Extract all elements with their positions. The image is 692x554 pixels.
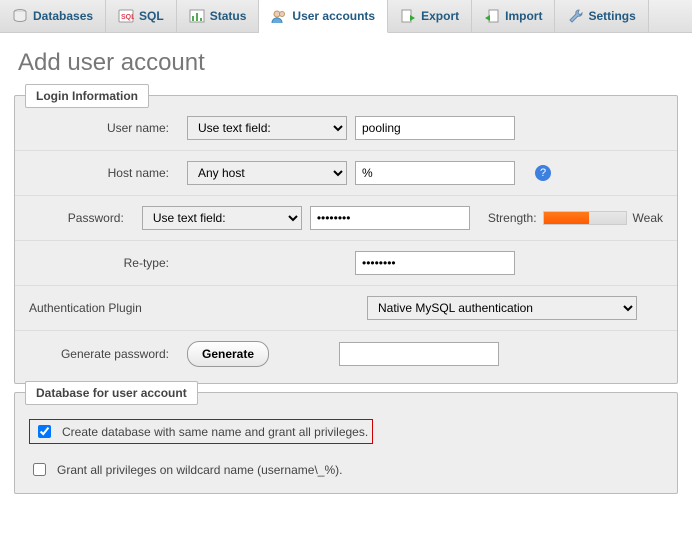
tab-label: Status xyxy=(210,9,247,23)
tab-label: Import xyxy=(505,9,542,23)
help-icon[interactable]: ? xyxy=(535,165,551,181)
login-info-legend: Login Information xyxy=(25,84,149,108)
row-auth-plugin: Authentication Plugin Native MySQL authe… xyxy=(15,286,677,331)
strength-text: Weak xyxy=(633,211,663,225)
wrench-icon xyxy=(567,8,583,24)
strength-label: Strength: xyxy=(488,211,537,225)
database-for-user-fieldset: Database for user account Create databas… xyxy=(14,392,678,494)
grant-wildcard-checkbox[interactable] xyxy=(33,463,46,476)
generate-label: Generate password: xyxy=(29,347,187,361)
auth-plugin-select[interactable]: Native MySQL authentication xyxy=(367,296,637,320)
grant-wildcard-label: Grant all privileges on wildcard name (u… xyxy=(57,463,342,477)
retype-label: Re-type: xyxy=(29,256,187,270)
row-retype: Re-type: xyxy=(15,241,677,286)
tab-label: Export xyxy=(421,9,459,23)
row-username: User name: Use text field: xyxy=(15,106,677,151)
database-icon xyxy=(12,8,28,24)
username-mode-select[interactable]: Use text field: xyxy=(187,116,347,140)
password-label: Password: xyxy=(29,211,142,225)
retype-input[interactable] xyxy=(355,251,515,275)
tab-databases[interactable]: Databases xyxy=(0,0,106,32)
top-tabs: Databases SQL SQL Status User accounts E… xyxy=(0,0,692,33)
tab-label: Settings xyxy=(588,9,635,23)
tab-settings[interactable]: Settings xyxy=(555,0,648,32)
create-same-db-label: Create database with same name and grant… xyxy=(62,425,368,439)
row-generate: Generate password: Generate xyxy=(15,331,677,377)
tab-label: SQL xyxy=(139,9,164,23)
password-mode-select[interactable]: Use text field: xyxy=(142,206,302,230)
svg-text:SQL: SQL xyxy=(121,14,134,21)
generate-button[interactable]: Generate xyxy=(187,341,269,367)
sql-icon: SQL xyxy=(118,8,134,24)
users-icon xyxy=(271,8,287,24)
export-icon xyxy=(400,8,416,24)
tab-export[interactable]: Export xyxy=(388,0,472,32)
tab-label: User accounts xyxy=(292,9,375,23)
tab-import[interactable]: Import xyxy=(472,0,555,32)
hostname-label: Host name: xyxy=(29,166,187,180)
login-information-fieldset: Login Information User name: Use text fi… xyxy=(14,95,678,384)
tab-status[interactable]: Status xyxy=(177,0,260,32)
auth-plugin-label: Authentication Plugin xyxy=(29,301,367,315)
row-hostname: Host name: Any host ? xyxy=(15,151,677,196)
create-same-db-checkbox[interactable] xyxy=(38,425,51,438)
row-password: Password: Use text field: Strength: Weak xyxy=(15,196,677,241)
tab-sql[interactable]: SQL SQL xyxy=(106,0,177,32)
strength-meter xyxy=(543,211,627,225)
row-create-same-db: Create database with same name and grant… xyxy=(15,411,677,452)
status-icon xyxy=(189,8,205,24)
password-input[interactable] xyxy=(310,206,470,230)
row-grant-wildcard: Grant all privileges on wildcard name (u… xyxy=(15,452,677,487)
username-input[interactable] xyxy=(355,116,515,140)
tab-user-accounts[interactable]: User accounts xyxy=(259,0,388,33)
generated-password-input[interactable] xyxy=(339,342,499,366)
tab-label: Databases xyxy=(33,9,93,23)
hostname-mode-select[interactable]: Any host xyxy=(187,161,347,185)
import-icon xyxy=(484,8,500,24)
hostname-input[interactable] xyxy=(355,161,515,185)
page-title: Add user account xyxy=(0,33,692,87)
username-label: User name: xyxy=(29,121,187,135)
db-section-legend: Database for user account xyxy=(25,381,198,405)
